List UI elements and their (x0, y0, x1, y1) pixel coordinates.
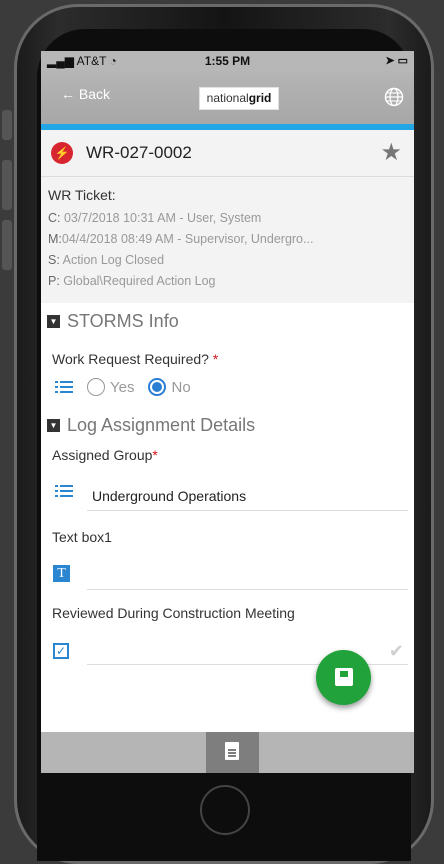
back-arrow-icon: ← (61, 86, 75, 102)
globe-icon[interactable] (384, 87, 404, 107)
textbox1-field[interactable]: T (41, 545, 414, 590)
bolt-icon: ⚡ (51, 142, 73, 164)
ticket-line-status: S: Action Log Closed (48, 253, 165, 267)
bottom-toolbar (41, 732, 414, 773)
back-button[interactable]: ← Back (61, 86, 110, 102)
radio-yes[interactable] (87, 378, 105, 396)
volume-up-button (2, 160, 12, 210)
assigned-group-field[interactable]: Underground Operations (41, 463, 414, 511)
ticket-line-created: C: 03/7/2018 10:31 AM - User, System (48, 211, 262, 225)
volume-down-button (2, 220, 12, 270)
mute-switch (2, 110, 12, 140)
battery-icon: ▭ (397, 55, 408, 67)
reviewed-label: Reviewed During Construction Meeting (52, 605, 295, 621)
document-icon (225, 742, 239, 760)
star-icon[interactable]: ★ (380, 138, 402, 167)
app-screen: ▂▄▆ AT&T ◔ 1:55 PM ➤ ▭ ← Back nationalgr… (41, 51, 414, 773)
storms-section-title: STORMS Info (67, 311, 179, 331)
work-request-label: Work Request Required? * (52, 351, 219, 367)
home-button (200, 785, 250, 835)
collapse-icon: ▼ (47, 419, 60, 432)
nav-bar: ← Back nationalgrid (41, 71, 414, 130)
checkmark-icon: ✔ (388, 641, 404, 661)
list-icon[interactable] (55, 381, 73, 393)
back-label: Back (78, 86, 111, 102)
location-icon: ➤ (385, 55, 395, 67)
battery-group: ➤ ▭ (385, 54, 408, 67)
radio-no-label: No (171, 378, 191, 396)
collapse-icon: ▼ (47, 315, 60, 328)
radio-no[interactable] (148, 378, 167, 396)
ticket-title: WR Ticket: (48, 187, 116, 203)
clock: 1:55 PM (204, 54, 251, 68)
log-section-title: Log Assignment Details (67, 415, 256, 435)
log-section-header[interactable]: ▼ Log Assignment Details (41, 407, 414, 443)
list-icon[interactable] (55, 485, 73, 497)
field-underline (87, 510, 408, 511)
save-icon (335, 668, 353, 686)
ticket-line-path: P: Global\Required Action Log (48, 274, 216, 288)
work-request-radio-group: Yes No (41, 373, 414, 401)
document-tab[interactable] (206, 732, 259, 773)
checkbox-icon[interactable]: ✓ (53, 643, 69, 659)
text-icon: T (53, 565, 70, 582)
ticket-info: WR Ticket: C: 03/7/2018 10:31 AM - User,… (41, 177, 414, 303)
field-underline (87, 589, 408, 590)
assigned-group-label: Assigned Group* (52, 447, 158, 463)
assigned-group-value: Underground Operations (92, 488, 247, 504)
status-bar: ▂▄▆ AT&T ◔ 1:55 PM ➤ ▭ (41, 51, 414, 71)
textbox1-label: Text box1 (52, 529, 112, 545)
ticket-line-modified: M:04/4/2018 08:49 AM - Supervisor, Under… (48, 232, 314, 246)
record-id: WR-027-0002 (86, 143, 192, 162)
radio-yes-label: Yes (110, 378, 135, 396)
save-button[interactable] (316, 650, 371, 705)
storms-section-header[interactable]: ▼ STORMS Info (41, 303, 414, 339)
national-grid-logo: nationalgrid (199, 87, 279, 110)
record-header: ⚡ WR-027-0002 ★ (41, 130, 414, 177)
